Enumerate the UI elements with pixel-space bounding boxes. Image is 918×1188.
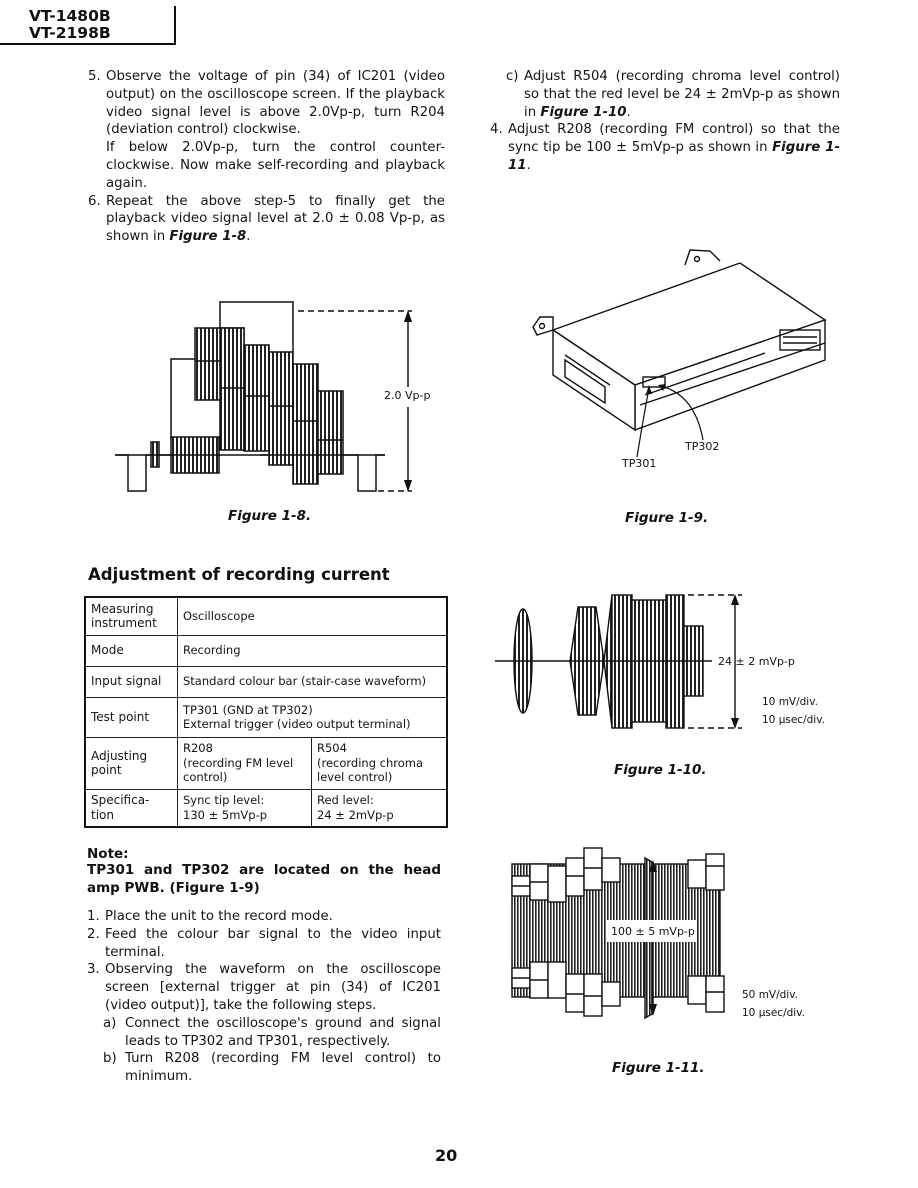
row-value: Standard colour bar (stair-case waveform… xyxy=(177,665,448,698)
table-row: Test point TP301 (GND at TP302) External… xyxy=(84,696,448,738)
tp301-label: TP301 xyxy=(621,457,656,470)
fig-1-10-tscale: 10 µsec/div. xyxy=(762,714,825,726)
bar-red xyxy=(292,363,319,485)
tp302-label: TP302 xyxy=(684,440,719,453)
fig-1-8-level-label: 2.0 Vp-p xyxy=(384,389,430,402)
table-row: Specifica-tion Sync tip level: 130 ± 5mV… xyxy=(84,788,448,828)
header-divider xyxy=(174,6,176,44)
bar-magenta xyxy=(268,351,294,466)
white-bar-left xyxy=(170,358,195,441)
figure-1-11-waveform: 100 ± 5 mVp-p 50 mV/div. 10 µsec/div. xyxy=(511,847,805,1020)
step-c: c) Adjust R504 (recording chroma level c… xyxy=(506,69,840,120)
header-underline xyxy=(0,43,176,45)
fig-1-10-vscale: 10 mV/div. xyxy=(762,696,818,708)
figure-1-8-waveform: 2.0 Vp-p xyxy=(115,301,430,492)
figure-1-9-pwb-drawing: TP302 TP301 xyxy=(532,249,827,470)
fig-1-11-vscale: 50 mV/div. xyxy=(742,989,798,1001)
arrow-down-icon xyxy=(404,480,412,492)
row-value-red: Red level: 24 ± 2mVp-p xyxy=(311,788,448,828)
row-value: Recording xyxy=(177,634,448,667)
table-row: Mode Recording xyxy=(84,634,448,667)
arrow-up-icon xyxy=(404,310,412,322)
steps-5-6: 5. Observe the voltage of pin (34) of IC… xyxy=(88,68,445,246)
row-value: Oscilloscope xyxy=(177,596,448,636)
procedure-step-1: 1. Place the unit to the record mode. xyxy=(87,909,333,924)
figure-1-9-caption: Figure 1-9. xyxy=(625,510,709,526)
figure-reference: Figure 1-8 xyxy=(169,229,247,245)
row-value: TP301 (GND at TP302) External trigger (v… xyxy=(177,696,448,738)
table-row: Input signal Standard colour bar (stair-… xyxy=(84,665,448,698)
spec-table: Measuring instrument Oscilloscope Mode R… xyxy=(84,596,448,828)
procedure-steps: 1. Place the unit to the record mode. 2.… xyxy=(87,908,441,1086)
row-value-chroma: R504 (recording chroma level control) xyxy=(311,736,448,790)
row-label: Specifica-tion xyxy=(84,788,178,828)
bar-cyan xyxy=(219,327,245,451)
bar-green xyxy=(243,344,270,452)
figure-1-11-caption: Figure 1-11. xyxy=(612,1060,705,1076)
model-numbers: VT-1480B VT-2198B xyxy=(29,8,169,42)
note-block: Note: TP301 and TP302 are located on the… xyxy=(87,846,441,898)
procedure-step-3: 3. Observing the waveform on the oscillo… xyxy=(87,962,441,1013)
note-title: Note: xyxy=(87,846,129,862)
row-label: Mode xyxy=(84,634,178,667)
figure-reference: Figure 1-10 xyxy=(540,104,627,120)
figure-1-8-caption: Figure 1-8. xyxy=(228,508,312,524)
step-4: 4. Adjust R208 (recording FM control) so… xyxy=(490,122,840,173)
step-6: 6. Repeat the above step-5 to finally ge… xyxy=(88,193,445,245)
row-label: Test point xyxy=(84,696,178,738)
figure-1-10-caption: Figure 1-10. xyxy=(614,762,707,778)
note-body: TP301 and TP302 are located on the head … xyxy=(87,862,441,896)
steps-c-4: c) Adjust R504 (recording chroma level c… xyxy=(490,68,840,175)
row-label: Measuring instrument xyxy=(84,596,178,636)
section-heading: Adjustment of recording current xyxy=(88,565,390,584)
step-5: 5. Observe the voltage of pin (34) of IC… xyxy=(88,69,445,191)
model-number-2: VT-2198B xyxy=(29,24,111,42)
row-value-sync: Sync tip level: 130 ± 5mVp-p xyxy=(177,788,312,828)
fig-1-10-level-label: 24 ± 2 mVp-p xyxy=(718,655,795,668)
row-label: Adjusting point xyxy=(84,736,178,790)
model-number-1: VT-1480B xyxy=(29,7,111,25)
fig-1-11-level-label: 100 ± 5 mVp-p xyxy=(611,925,695,938)
table-row: Adjusting point R208 (recording FM level… xyxy=(84,736,448,790)
page-number: 20 xyxy=(435,1146,458,1165)
fig-1-11-tscale: 10 µsec/div. xyxy=(742,1007,805,1019)
procedure-step-2: 2. Feed the colour bar signal to the vid… xyxy=(87,926,441,960)
bracket-left xyxy=(532,316,554,336)
procedure-substep-a: a) Connect the oscilloscope's ground and… xyxy=(103,1015,441,1049)
procedure-substep-b: b) Turn R208 (recording FM level control… xyxy=(103,1051,441,1085)
bar-blue xyxy=(317,390,344,475)
bracket-top xyxy=(684,249,721,266)
row-value-fm: R208 (recording FM level control) xyxy=(177,736,312,790)
table-row: Measuring instrument Oscilloscope xyxy=(84,596,448,636)
row-label: Input signal xyxy=(84,665,178,698)
figure-1-10-waveform: 24 ± 2 mVp-p 10 mV/div. 10 µsec/div. xyxy=(495,594,825,729)
